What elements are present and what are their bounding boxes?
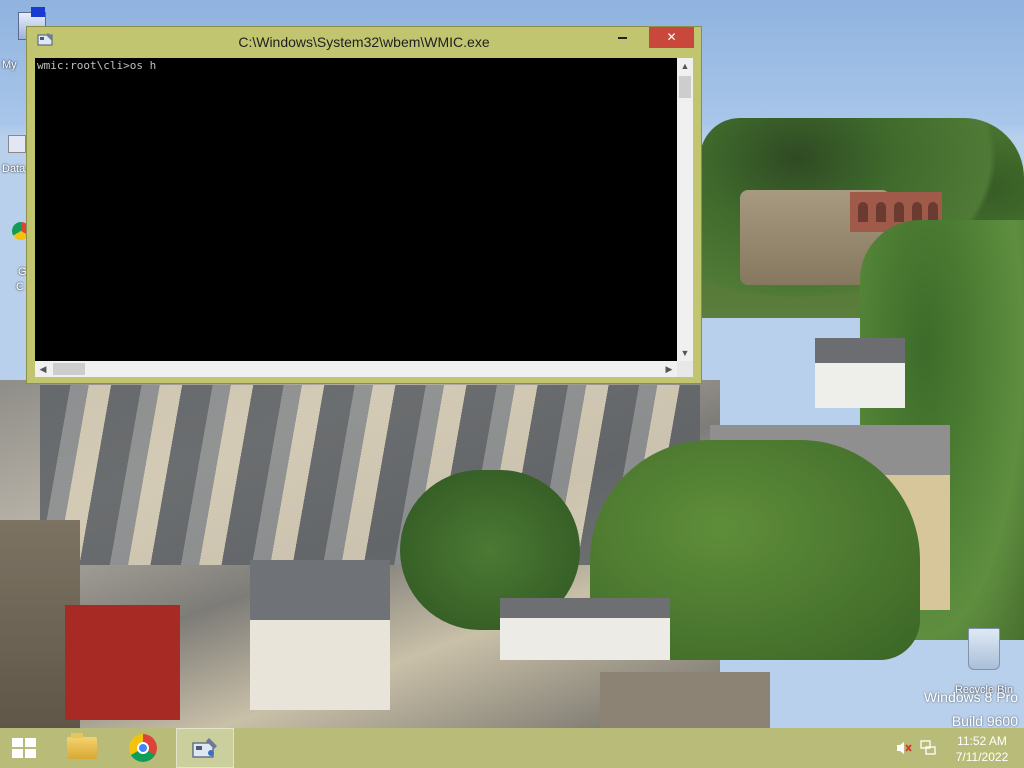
taskbar-wmic-console[interactable] [176,728,234,768]
title-bar[interactable]: C:\Windows\System32\wbem\WMIC.exe ✕ [27,27,701,53]
wallpaper-red-house [65,605,180,720]
wallpaper-wall [600,672,770,728]
network-icon[interactable] [920,740,936,756]
taskbar-file-explorer[interactable] [56,728,112,768]
scrollbar-corner [677,361,693,377]
close-button[interactable]: ✕ [649,27,694,48]
console-output[interactable]: wmic:root\cli>os h [35,58,677,361]
data-shortcut-icon[interactable] [0,85,28,175]
system-tray: 11:52 AM 7/11/2022 [890,728,1024,768]
watermark-build: Build 9600 [951,713,1018,728]
taskbar-chrome[interactable] [118,728,174,768]
horizontal-scrollbar[interactable]: ◀ ▶ [35,361,693,377]
scroll-right-icon[interactable]: ▶ [661,361,677,377]
my-computer-label: My [2,59,17,71]
os-watermark: Windows 8 Pro Build 9600 [924,685,1018,728]
minimize-button[interactable] [606,27,638,48]
chrome-icon [129,734,157,762]
console-prompt-line: wmic:root\cli>os h [37,59,157,72]
windows-logo-icon [12,738,36,758]
scroll-down-icon[interactable]: ▼ [677,345,693,361]
minimize-icon [617,37,627,39]
clock-time: 11:52 AM [957,734,1007,748]
wallpaper-house [815,338,905,408]
speaker-muted-icon[interactable] [896,741,912,755]
horizontal-scroll-thumb[interactable] [53,363,85,375]
vertical-scrollbar[interactable]: ▲ ▼ [677,58,693,361]
recycle-bin-icon [968,628,1000,670]
vertical-scroll-thumb[interactable] [679,76,691,98]
start-button[interactable] [0,728,48,768]
document-icon [8,135,26,153]
clock[interactable]: 11:52 AM 7/11/2022 [942,733,1022,765]
wallpaper-white-house [500,598,670,660]
taskbar: 11:52 AM 7/11/2022 [0,728,1024,768]
wmic-app-icon [192,738,217,758]
wmic-console-window[interactable]: C:\Windows\System32\wbem\WMIC.exe ✕ wmic… [26,26,702,384]
chrome-shortcut-label-2: C [16,281,24,293]
window-title: C:\Windows\System32\wbem\WMIC.exe [238,34,490,50]
watermark-edition: Windows 8 Pro [923,689,1018,705]
scroll-up-icon[interactable]: ▲ [677,58,693,74]
scroll-left-icon[interactable]: ◀ [35,361,51,377]
folder-icon [67,733,97,759]
wallpaper-building [250,560,390,710]
data-shortcut-label: Data [2,163,26,175]
clock-date: 7/11/2022 [955,750,1009,764]
close-icon: ✕ [666,30,677,44]
